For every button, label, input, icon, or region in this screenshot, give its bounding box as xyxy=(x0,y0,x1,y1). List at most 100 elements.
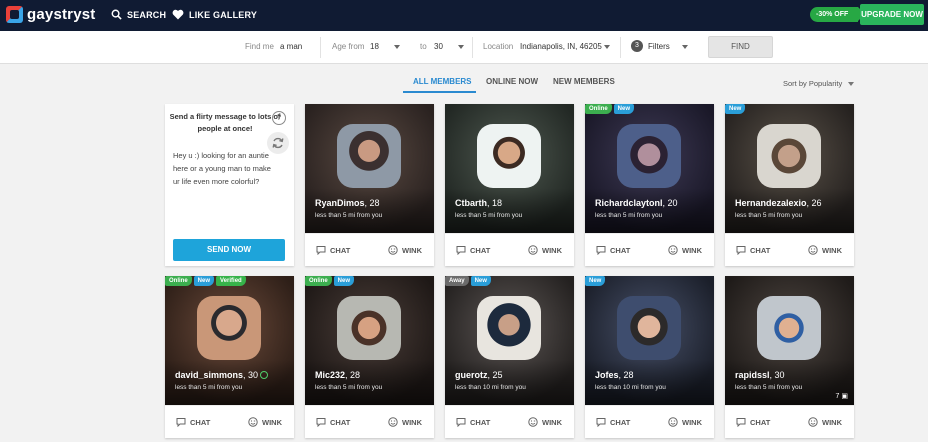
profile-photo[interactable]: New Hernandezalexio, 26 less than 5 mi f… xyxy=(725,104,854,233)
wink-button[interactable]: WINK xyxy=(808,245,842,255)
chat-button[interactable]: CHAT xyxy=(456,417,490,427)
tab-online-now[interactable]: ONLINE NOW xyxy=(486,77,538,86)
card-actions: CHAT WINK xyxy=(585,405,714,438)
wink-face-icon xyxy=(388,245,398,255)
heart-icon xyxy=(172,9,184,20)
divider xyxy=(320,37,321,58)
new-badge: New xyxy=(725,104,746,114)
chat-bubble-icon xyxy=(456,246,466,255)
status-badges: New xyxy=(725,104,747,114)
tab-all-members[interactable]: ALL MEMBERS xyxy=(413,77,472,86)
profile-name: david_simmons, 30 xyxy=(175,370,269,380)
send-now-button[interactable]: SEND NOW xyxy=(173,239,285,261)
profile-distance: less than 5 mi from you xyxy=(315,384,383,391)
chat-button[interactable]: CHAT xyxy=(596,245,630,255)
divider xyxy=(620,37,621,58)
profile-photo[interactable]: Online New Mic232, 28 less than 5 mi fro… xyxy=(305,276,434,405)
nav-like-gallery[interactable]: LIKE GALLERY xyxy=(172,9,257,20)
logo[interactable]: gaystryst xyxy=(6,6,96,23)
age-to-label: to xyxy=(420,42,427,51)
flirty-message-card: Send a flirty message to lots of people … xyxy=(165,104,294,266)
find-me-select[interactable]: a man xyxy=(280,42,302,51)
discount-badge: -30% OFF xyxy=(810,7,866,22)
profile-photo[interactable]: Online New Richardclaytonl, 20 less than… xyxy=(585,104,714,233)
wink-face-icon xyxy=(668,417,678,427)
nav-search[interactable]: SEARCH xyxy=(111,9,166,20)
filters-dropdown[interactable]: Filters xyxy=(648,42,670,51)
chat-button[interactable]: CHAT xyxy=(176,417,210,427)
profile-photo[interactable]: Away New guerotz, 25 less than 10 mi fro… xyxy=(445,276,574,405)
profile-photo[interactable]: New Jofes, 28 less than 10 mi from you xyxy=(585,276,714,405)
card-actions: CHAT WINK xyxy=(725,233,854,266)
new-badge: New xyxy=(193,276,215,286)
wink-face-icon xyxy=(248,417,258,427)
card-actions: CHAT WINK xyxy=(165,405,294,438)
sort-dropdown[interactable]: Sort by Popularity xyxy=(783,79,842,88)
profile-photo[interactable]: RyanDimos, 28 less than 5 mi from you xyxy=(305,104,434,233)
logo-text: gaystryst xyxy=(27,6,96,23)
chevron-down-icon xyxy=(848,82,854,86)
profile-distance: less than 10 mi from you xyxy=(455,384,526,391)
nav-like-gallery-label: LIKE GALLERY xyxy=(189,9,258,20)
profile-distance: less than 5 mi from you xyxy=(455,212,523,219)
new-badge: New xyxy=(470,276,491,286)
chat-button[interactable]: CHAT xyxy=(316,417,350,427)
profile-distance: less than 5 mi from you xyxy=(175,384,243,391)
location-input[interactable]: Indianapolis, IN, 46205 xyxy=(520,42,602,51)
status-badges: Online New xyxy=(305,276,356,286)
wink-button[interactable]: WINK xyxy=(248,417,282,427)
wink-button[interactable]: WINK xyxy=(388,245,422,255)
wink-button[interactable]: WINK xyxy=(668,417,702,427)
card-actions: CHAT WINK xyxy=(445,233,574,266)
divider xyxy=(472,37,473,58)
profile-card: rapidssl, 30 less than 5 mi from you 7 ▣… xyxy=(725,276,854,438)
profile-portrait xyxy=(617,296,681,360)
chat-button[interactable]: CHAT xyxy=(316,245,350,255)
wink-button[interactable]: WINK xyxy=(668,245,702,255)
wink-face-icon xyxy=(668,245,678,255)
profile-portrait xyxy=(337,124,401,188)
find-button[interactable]: FIND xyxy=(708,36,773,58)
wink-button[interactable]: WINK xyxy=(528,417,562,427)
new-badge: New xyxy=(613,104,635,114)
chat-bubble-icon xyxy=(316,246,326,255)
profile-portrait xyxy=(757,124,821,188)
chat-bubble-icon xyxy=(596,246,606,255)
wink-face-icon xyxy=(808,245,818,255)
chevron-down-icon xyxy=(604,45,610,49)
chat-bubble-icon xyxy=(456,418,466,427)
profile-photo[interactable]: Ctbarth, 18 less than 5 mi from you xyxy=(445,104,574,233)
profile-card: Away New guerotz, 25 less than 10 mi fro… xyxy=(445,276,574,438)
away-badge: Away xyxy=(445,276,469,286)
chat-bubble-icon xyxy=(736,246,746,255)
tab-new-members[interactable]: NEW MEMBERS xyxy=(553,77,615,86)
logo-mark-icon xyxy=(6,6,23,23)
age-from-select[interactable]: 18 xyxy=(370,42,379,51)
profile-distance: less than 5 mi from you xyxy=(735,384,803,391)
profile-distance: less than 5 mi from you xyxy=(735,212,803,219)
wink-button[interactable]: WINK xyxy=(808,417,842,427)
chat-button[interactable]: CHAT xyxy=(736,245,770,255)
nav-search-label: SEARCH xyxy=(127,9,167,20)
wink-button[interactable]: WINK xyxy=(388,417,422,427)
wink-face-icon xyxy=(808,417,818,427)
profile-portrait xyxy=(337,296,401,360)
top-bar: gaystryst SEARCH LIKE GALLERY -30% OFF U… xyxy=(0,0,928,31)
wink-button[interactable]: WINK xyxy=(528,245,562,255)
age-to-select[interactable]: 30 xyxy=(434,42,443,51)
camera-icon: ▣ xyxy=(841,393,848,400)
profile-name: Mic232, 28 xyxy=(315,370,361,380)
profile-photo[interactable]: rapidssl, 30 less than 5 mi from you 7 ▣ xyxy=(725,276,854,405)
help-icon[interactable]: ? xyxy=(272,111,286,125)
status-badges: Away New xyxy=(445,276,493,286)
filter-bar: Find me a man Age from 18 to 30 Location… xyxy=(0,31,928,64)
chevron-down-icon xyxy=(682,45,688,49)
message-text[interactable]: Hey u :) looking for an auntie here or a… xyxy=(173,149,273,188)
profile-card: Online New Verified david_simmons, 30 le… xyxy=(165,276,294,438)
chat-button[interactable]: CHAT xyxy=(456,245,490,255)
chat-button[interactable]: CHAT xyxy=(736,417,770,427)
profile-photo[interactable]: Online New Verified david_simmons, 30 le… xyxy=(165,276,294,405)
upgrade-button[interactable]: UPGRADE NOW xyxy=(860,4,924,25)
profile-distance: less than 10 mi from you xyxy=(595,384,666,391)
chat-button[interactable]: CHAT xyxy=(596,417,630,427)
